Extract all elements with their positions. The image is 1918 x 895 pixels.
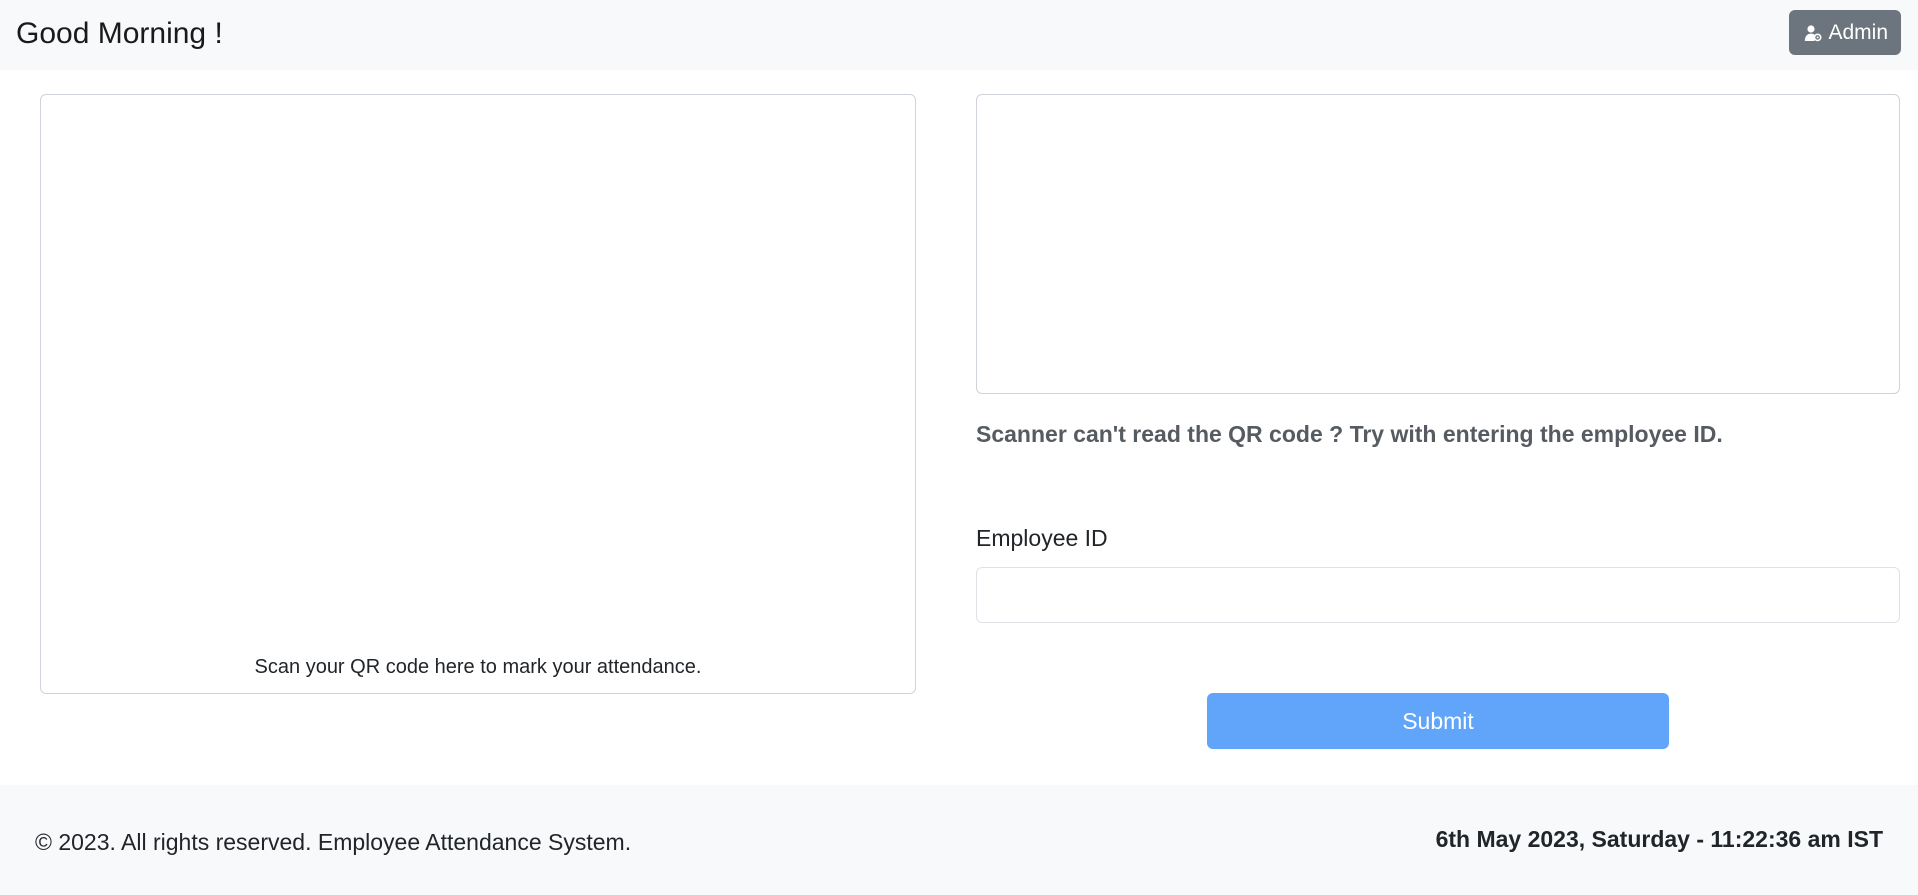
footer: © 2023. All rights reserved. Employee At…	[0, 785, 1918, 895]
admin-button[interactable]: Admin	[1789, 10, 1901, 55]
scanner-caption: Scan your QR code here to mark your atte…	[254, 656, 702, 678]
qr-scanner-area[interactable]: Scan your QR code here to mark your atte…	[40, 94, 916, 694]
user-gear-icon	[1804, 24, 1822, 42]
current-datetime: 6th May 2023, Saturday - 11:22:36 am IST	[1435, 826, 1883, 852]
employee-id-input[interactable]	[976, 567, 1900, 623]
manual-entry-hint: Scanner can't read the QR code ? Try wit…	[976, 421, 1723, 447]
employee-id-label: Employee ID	[976, 525, 1108, 551]
greeting-title: Good Morning !	[16, 17, 223, 50]
admin-button-label: Admin	[1828, 20, 1888, 44]
top-bar: Good Morning ! Admin	[0, 0, 1918, 70]
copyright-text: © 2023. All rights reserved. Employee At…	[35, 829, 632, 855]
submit-button[interactable]: Submit	[1207, 693, 1669, 749]
scan-result-area	[976, 94, 1900, 394]
